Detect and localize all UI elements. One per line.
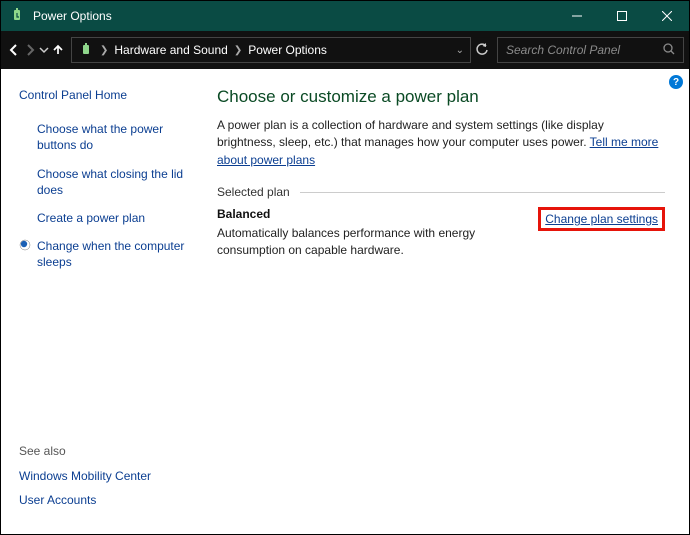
breadcrumb-item[interactable]: Power Options	[248, 43, 327, 57]
bullet-icon	[19, 167, 31, 179]
description-text: A power plan is a collection of hardware…	[217, 118, 604, 149]
help-icon[interactable]: ?	[669, 75, 683, 89]
breadcrumb-icon	[78, 42, 94, 58]
see-also-mobility-center[interactable]: Windows Mobility Center	[19, 468, 189, 484]
divider	[300, 192, 665, 193]
sidebar-link-computer-sleeps[interactable]: Change when the computer sleeps	[37, 238, 189, 270]
breadcrumb-item[interactable]: Hardware and Sound	[114, 43, 227, 57]
chevron-down-icon[interactable]: ⌄	[456, 45, 464, 56]
chevron-right-icon: ❯	[100, 45, 108, 56]
main-panel: Choose or customize a power plan A power…	[201, 69, 689, 534]
control-panel-home-link[interactable]: Control Panel Home	[19, 87, 189, 103]
bullet-icon	[19, 122, 31, 134]
see-also-user-accounts[interactable]: User Accounts	[19, 492, 189, 508]
up-button[interactable]	[51, 38, 65, 62]
recent-locations-button[interactable]	[39, 38, 49, 62]
search-input[interactable]	[506, 43, 663, 57]
content-area: ? Control Panel Home Choose what the pow…	[1, 69, 689, 534]
minimize-button[interactable]	[554, 1, 599, 31]
plan-name: Balanced	[217, 207, 538, 221]
search-icon[interactable]	[663, 43, 675, 58]
page-title: Choose or customize a power plan	[217, 87, 665, 107]
page-description: A power plan is a collection of hardware…	[217, 117, 665, 169]
back-button[interactable]	[7, 38, 21, 62]
refresh-button[interactable]	[475, 37, 489, 63]
search-box[interactable]	[497, 37, 684, 63]
bullet-icon	[19, 211, 31, 223]
sidebar-link-closing-lid[interactable]: Choose what closing the lid does	[37, 166, 189, 198]
active-bullet-icon	[19, 239, 31, 251]
sidebar-link-power-buttons[interactable]: Choose what the power buttons do	[37, 121, 189, 153]
forward-button[interactable]	[23, 38, 37, 62]
maximize-button[interactable]	[599, 1, 644, 31]
see-also-heading: See also	[19, 444, 189, 458]
app-icon	[9, 8, 25, 24]
plan-description: Automatically balances performance with …	[217, 225, 538, 259]
titlebar: Power Options	[1, 1, 689, 31]
sidebar: Control Panel Home Choose what the power…	[1, 69, 201, 534]
navbar: ❯ Hardware and Sound ❯ Power Options ⌄	[1, 31, 689, 69]
close-button[interactable]	[644, 1, 689, 31]
change-plan-settings-link[interactable]: Change plan settings	[538, 207, 665, 231]
section-label: Selected plan	[217, 185, 290, 199]
window-title: Power Options	[33, 9, 554, 23]
breadcrumb[interactable]: ❯ Hardware and Sound ❯ Power Options ⌄	[71, 37, 471, 63]
sidebar-link-create-plan[interactable]: Create a power plan	[37, 210, 145, 226]
chevron-right-icon: ❯	[234, 45, 242, 56]
